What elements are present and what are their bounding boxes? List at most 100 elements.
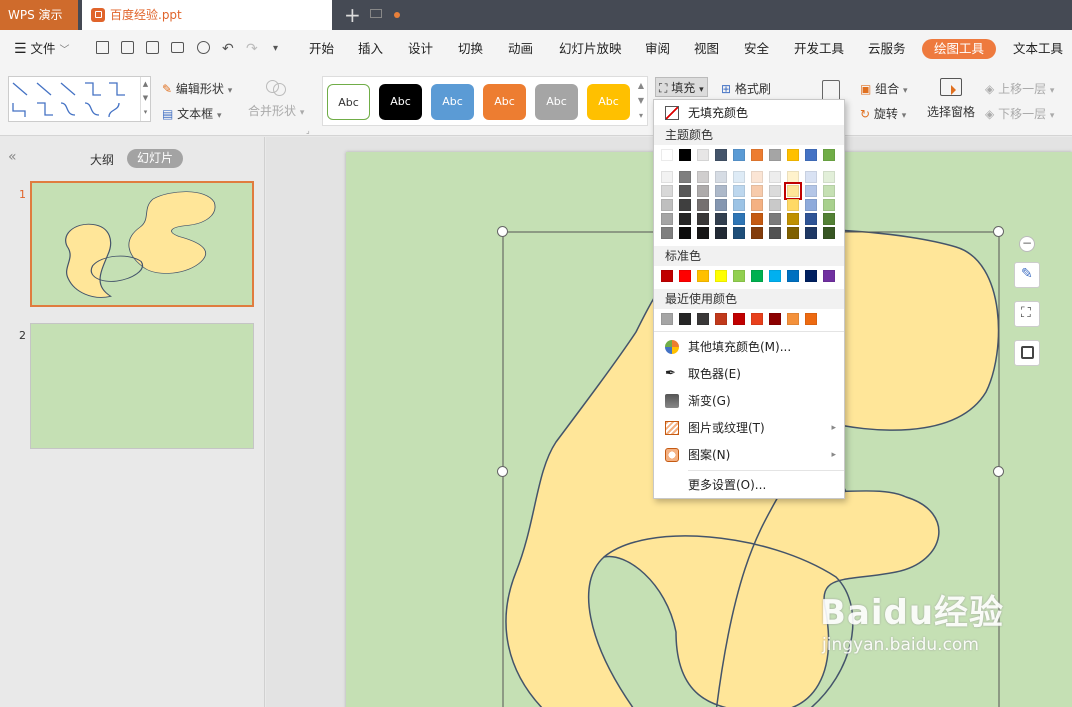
theme-shade-swatch[interactable] bbox=[697, 199, 709, 211]
slide-thumbnail-1[interactable] bbox=[30, 181, 254, 307]
theme-shade-swatch[interactable] bbox=[679, 171, 691, 183]
theme-shade-swatch[interactable] bbox=[805, 227, 817, 239]
tab-transition[interactable]: 切换 bbox=[458, 39, 483, 59]
merge-shape-button[interactable]: 合并形状 ▾ bbox=[248, 76, 304, 119]
theme-color-swatch[interactable] bbox=[805, 149, 817, 161]
theme-shade-swatch[interactable] bbox=[733, 213, 745, 225]
standard-color-swatch[interactable] bbox=[733, 270, 745, 282]
standard-color-swatch[interactable] bbox=[823, 270, 835, 282]
theme-shade-swatch[interactable] bbox=[697, 227, 709, 239]
theme-shade-swatch[interactable] bbox=[823, 171, 835, 183]
tab-cloud-service[interactable]: 云服务 bbox=[868, 39, 906, 59]
group-button[interactable]: ▣ 组合 ▾ bbox=[860, 80, 908, 97]
no-fill-menu-item[interactable]: 无填充颜色 bbox=[654, 101, 844, 125]
theme-shade-swatch[interactable] bbox=[715, 171, 727, 183]
standard-color-swatch[interactable] bbox=[787, 270, 799, 282]
recent-color-swatch[interactable] bbox=[715, 313, 727, 325]
edit-shape-button[interactable]: ✎ 编辑形状 ▾ bbox=[162, 80, 232, 97]
tab-slides[interactable]: 幻灯片 bbox=[127, 149, 183, 168]
customize-toolbar-icon[interactable]: ▾ bbox=[273, 39, 278, 59]
group-expand-icon[interactable]: ⌟ bbox=[306, 126, 310, 135]
theme-shade-swatch[interactable] bbox=[661, 185, 673, 197]
theme-shade-swatch[interactable] bbox=[733, 171, 745, 183]
theme-shade-swatch[interactable] bbox=[769, 227, 781, 239]
theme-shade-swatch[interactable] bbox=[787, 171, 799, 183]
selection-pane-button[interactable]: 选择窗格 bbox=[926, 78, 976, 120]
tab-outline[interactable]: 大纲 bbox=[90, 151, 114, 168]
theme-color-swatch[interactable] bbox=[751, 149, 763, 161]
gradient-menu-item[interactable]: 渐变(G) bbox=[654, 389, 844, 413]
theme-color-swatch[interactable] bbox=[661, 149, 673, 161]
theme-shade-swatch[interactable] bbox=[823, 199, 835, 211]
standard-color-swatch[interactable] bbox=[661, 270, 673, 282]
standard-color-swatch[interactable] bbox=[715, 270, 727, 282]
standard-color-swatch[interactable] bbox=[805, 270, 817, 282]
style-sample-blue[interactable]: Abc bbox=[431, 84, 474, 120]
more-fill-colors-menu-item[interactable]: 其他填充颜色(M)... bbox=[654, 335, 844, 359]
slide-thumbnail-2[interactable] bbox=[30, 323, 254, 449]
theme-shade-swatch[interactable] bbox=[805, 185, 817, 197]
theme-color-swatch[interactable] bbox=[679, 149, 691, 161]
theme-shade-swatch[interactable] bbox=[751, 171, 763, 183]
print-preview-icon[interactable] bbox=[197, 41, 210, 54]
standard-color-swatch[interactable] bbox=[769, 270, 781, 282]
tab-review[interactable]: 审阅 bbox=[645, 39, 670, 59]
open-folder-icon[interactable] bbox=[96, 41, 109, 54]
rotate-button[interactable]: ↻ 旋转 ▾ bbox=[860, 105, 906, 122]
theme-color-swatch[interactable] bbox=[823, 149, 835, 161]
shape-fill-float-button[interactable]: ⛶ bbox=[1014, 301, 1040, 327]
zoom-out-icon[interactable]: − bbox=[1019, 236, 1035, 252]
theme-shade-swatch[interactable] bbox=[823, 213, 835, 225]
format-painter-button[interactable]: ⊞ 格式刷 bbox=[721, 80, 771, 97]
theme-shade-swatch[interactable] bbox=[733, 199, 745, 211]
theme-shade-swatch[interactable] bbox=[697, 171, 709, 183]
resize-handle[interactable] bbox=[993, 466, 1004, 477]
picture-texture-menu-item[interactable]: 图片或纹理(T) ▸ bbox=[654, 416, 844, 440]
resize-handle[interactable] bbox=[993, 226, 1004, 237]
theme-color-swatch[interactable] bbox=[787, 149, 799, 161]
theme-shade-swatch[interactable] bbox=[715, 213, 727, 225]
standard-color-swatch[interactable] bbox=[751, 270, 763, 282]
theme-shade-swatch[interactable] bbox=[661, 171, 673, 183]
send-backward-button[interactable]: ◈ 下移一层 ▾ bbox=[985, 105, 1054, 122]
styles-scroll[interactable]: ▲ ▼ ▾ bbox=[636, 78, 646, 124]
redo-icon[interactable]: ↷ bbox=[246, 39, 258, 59]
tab-drawing-tools[interactable]: 绘图工具 bbox=[922, 39, 997, 59]
theme-shade-swatch[interactable] bbox=[697, 213, 709, 225]
theme-shade-swatch[interactable] bbox=[769, 199, 781, 211]
recent-color-swatch[interactable] bbox=[751, 313, 763, 325]
theme-shade-swatch[interactable] bbox=[715, 227, 727, 239]
theme-shade-swatch[interactable] bbox=[787, 227, 799, 239]
theme-shade-swatch[interactable] bbox=[751, 185, 763, 197]
recent-color-swatch[interactable] bbox=[733, 313, 745, 325]
undo-icon[interactable]: ↶ bbox=[222, 39, 234, 59]
theme-shade-swatch[interactable] bbox=[769, 213, 781, 225]
theme-shade-swatch[interactable] bbox=[769, 185, 781, 197]
tab-design[interactable]: 设计 bbox=[408, 39, 433, 59]
collapse-panel-icon[interactable]: « bbox=[8, 149, 17, 165]
tab-developer[interactable]: 开发工具 bbox=[794, 39, 844, 59]
selected-color-swatch[interactable] bbox=[784, 182, 802, 200]
theme-color-swatch[interactable] bbox=[697, 149, 709, 161]
theme-shade-swatch[interactable] bbox=[787, 213, 799, 225]
shape-style-float-button[interactable]: ✎ bbox=[1014, 262, 1040, 288]
theme-shade-swatch[interactable] bbox=[661, 213, 673, 225]
text-box-button[interactable]: ▤ 文本框 ▾ bbox=[162, 105, 222, 122]
shape-gallery[interactable]: ▲ ▼ ▾ bbox=[8, 76, 151, 122]
theme-shade-swatch[interactable] bbox=[805, 171, 817, 183]
recent-color-swatch[interactable] bbox=[679, 313, 691, 325]
theme-shade-swatch[interactable] bbox=[823, 227, 835, 239]
style-sample-outline-green[interactable]: Abc bbox=[327, 84, 370, 120]
theme-shade-swatch[interactable] bbox=[751, 199, 763, 211]
app-tab[interactable]: WPS 演示 bbox=[0, 0, 78, 30]
tab-home[interactable]: 开始 bbox=[309, 39, 334, 59]
theme-shade-swatch[interactable] bbox=[661, 227, 673, 239]
monitor-icon[interactable] bbox=[370, 9, 382, 18]
bring-forward-button[interactable]: ◈ 上移一层 ▾ bbox=[985, 80, 1054, 97]
theme-shade-swatch[interactable] bbox=[751, 213, 763, 225]
tab-text-tools[interactable]: 文本工具 bbox=[1013, 39, 1063, 59]
recent-color-swatch[interactable] bbox=[787, 313, 799, 325]
more-settings-menu-item[interactable]: 更多设置(O)... bbox=[654, 473, 844, 497]
theme-color-swatch[interactable] bbox=[733, 149, 745, 161]
fill-button[interactable]: ⛶ 填充 ▾ bbox=[655, 77, 708, 97]
